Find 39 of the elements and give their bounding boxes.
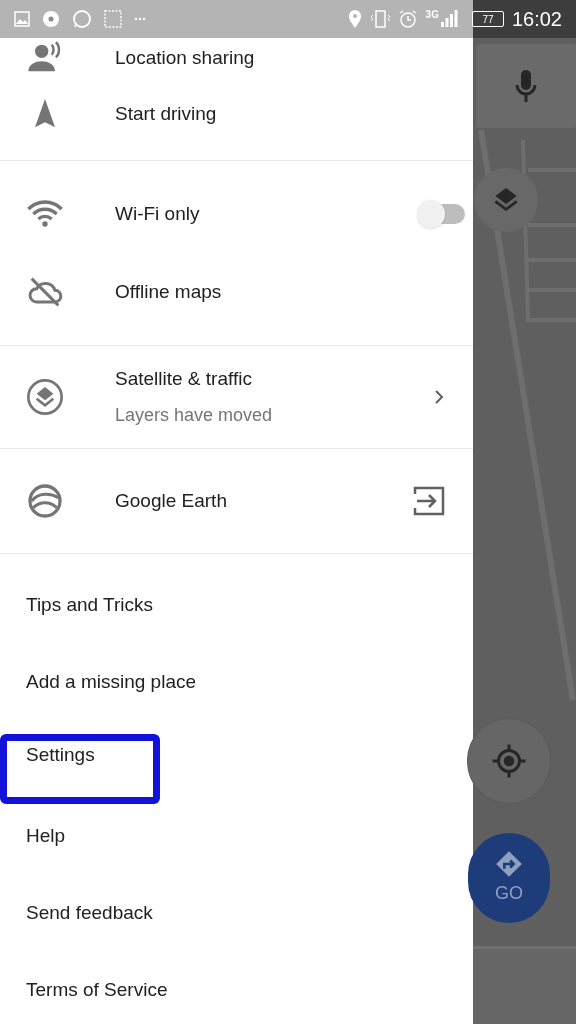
microphone-button[interactable] (476, 44, 576, 128)
item-label: Offline maps (115, 279, 222, 304)
drawer-item[interactable]: Satellite & traffic Layers have moved (0, 351, 473, 443)
globe-icon (25, 481, 65, 521)
drawer-link[interactable]: Settings (0, 733, 160, 804)
chat-icon (72, 9, 92, 29)
drawer-item[interactable]: Start driving (0, 78, 473, 150)
drawer-item[interactable]: Google Earth (0, 462, 473, 540)
signal-icon (439, 10, 458, 28)
screenshot-icon (104, 10, 122, 28)
drawer-link[interactable]: Terms of Service (0, 976, 168, 1005)
drawer-item[interactable]: Location sharing (0, 38, 473, 78)
clock-time: 16:02 (511, 7, 562, 32)
location-pin-icon (347, 9, 362, 29)
item-label: Start driving (115, 101, 217, 126)
exit-icon (413, 486, 445, 516)
battery-indicator: 77 (471, 11, 504, 27)
image-icon (14, 11, 30, 27)
vibrate-icon (369, 9, 390, 29)
drawer-item[interactable]: Offline maps (0, 253, 473, 331)
item-label: Google Earth (115, 488, 227, 513)
drawer-link[interactable]: Help (0, 822, 66, 851)
item-label: Wi-Fi only (115, 201, 200, 226)
drawer-link[interactable]: Add a missing place (0, 668, 197, 697)
microphone-icon (514, 68, 538, 104)
network-type: 3G (425, 10, 439, 20)
drawer-link[interactable]: Tips and Tricks (0, 591, 154, 620)
more-icon (134, 17, 146, 21)
chevron-right-icon (433, 388, 445, 406)
item-label: Location sharing (115, 45, 255, 70)
layers-icon (25, 377, 65, 417)
item-label: Satellite & traffic (115, 367, 253, 392)
alarm-icon (397, 9, 418, 29)
crosshair-icon (491, 743, 527, 779)
item-subtitle: Layers have moved (115, 403, 273, 427)
drawer-item[interactable]: Wi-Fi only (0, 175, 473, 253)
drawer-link[interactable]: Send feedback (0, 899, 153, 928)
disc-icon (42, 10, 60, 28)
directions-icon (495, 849, 523, 878)
